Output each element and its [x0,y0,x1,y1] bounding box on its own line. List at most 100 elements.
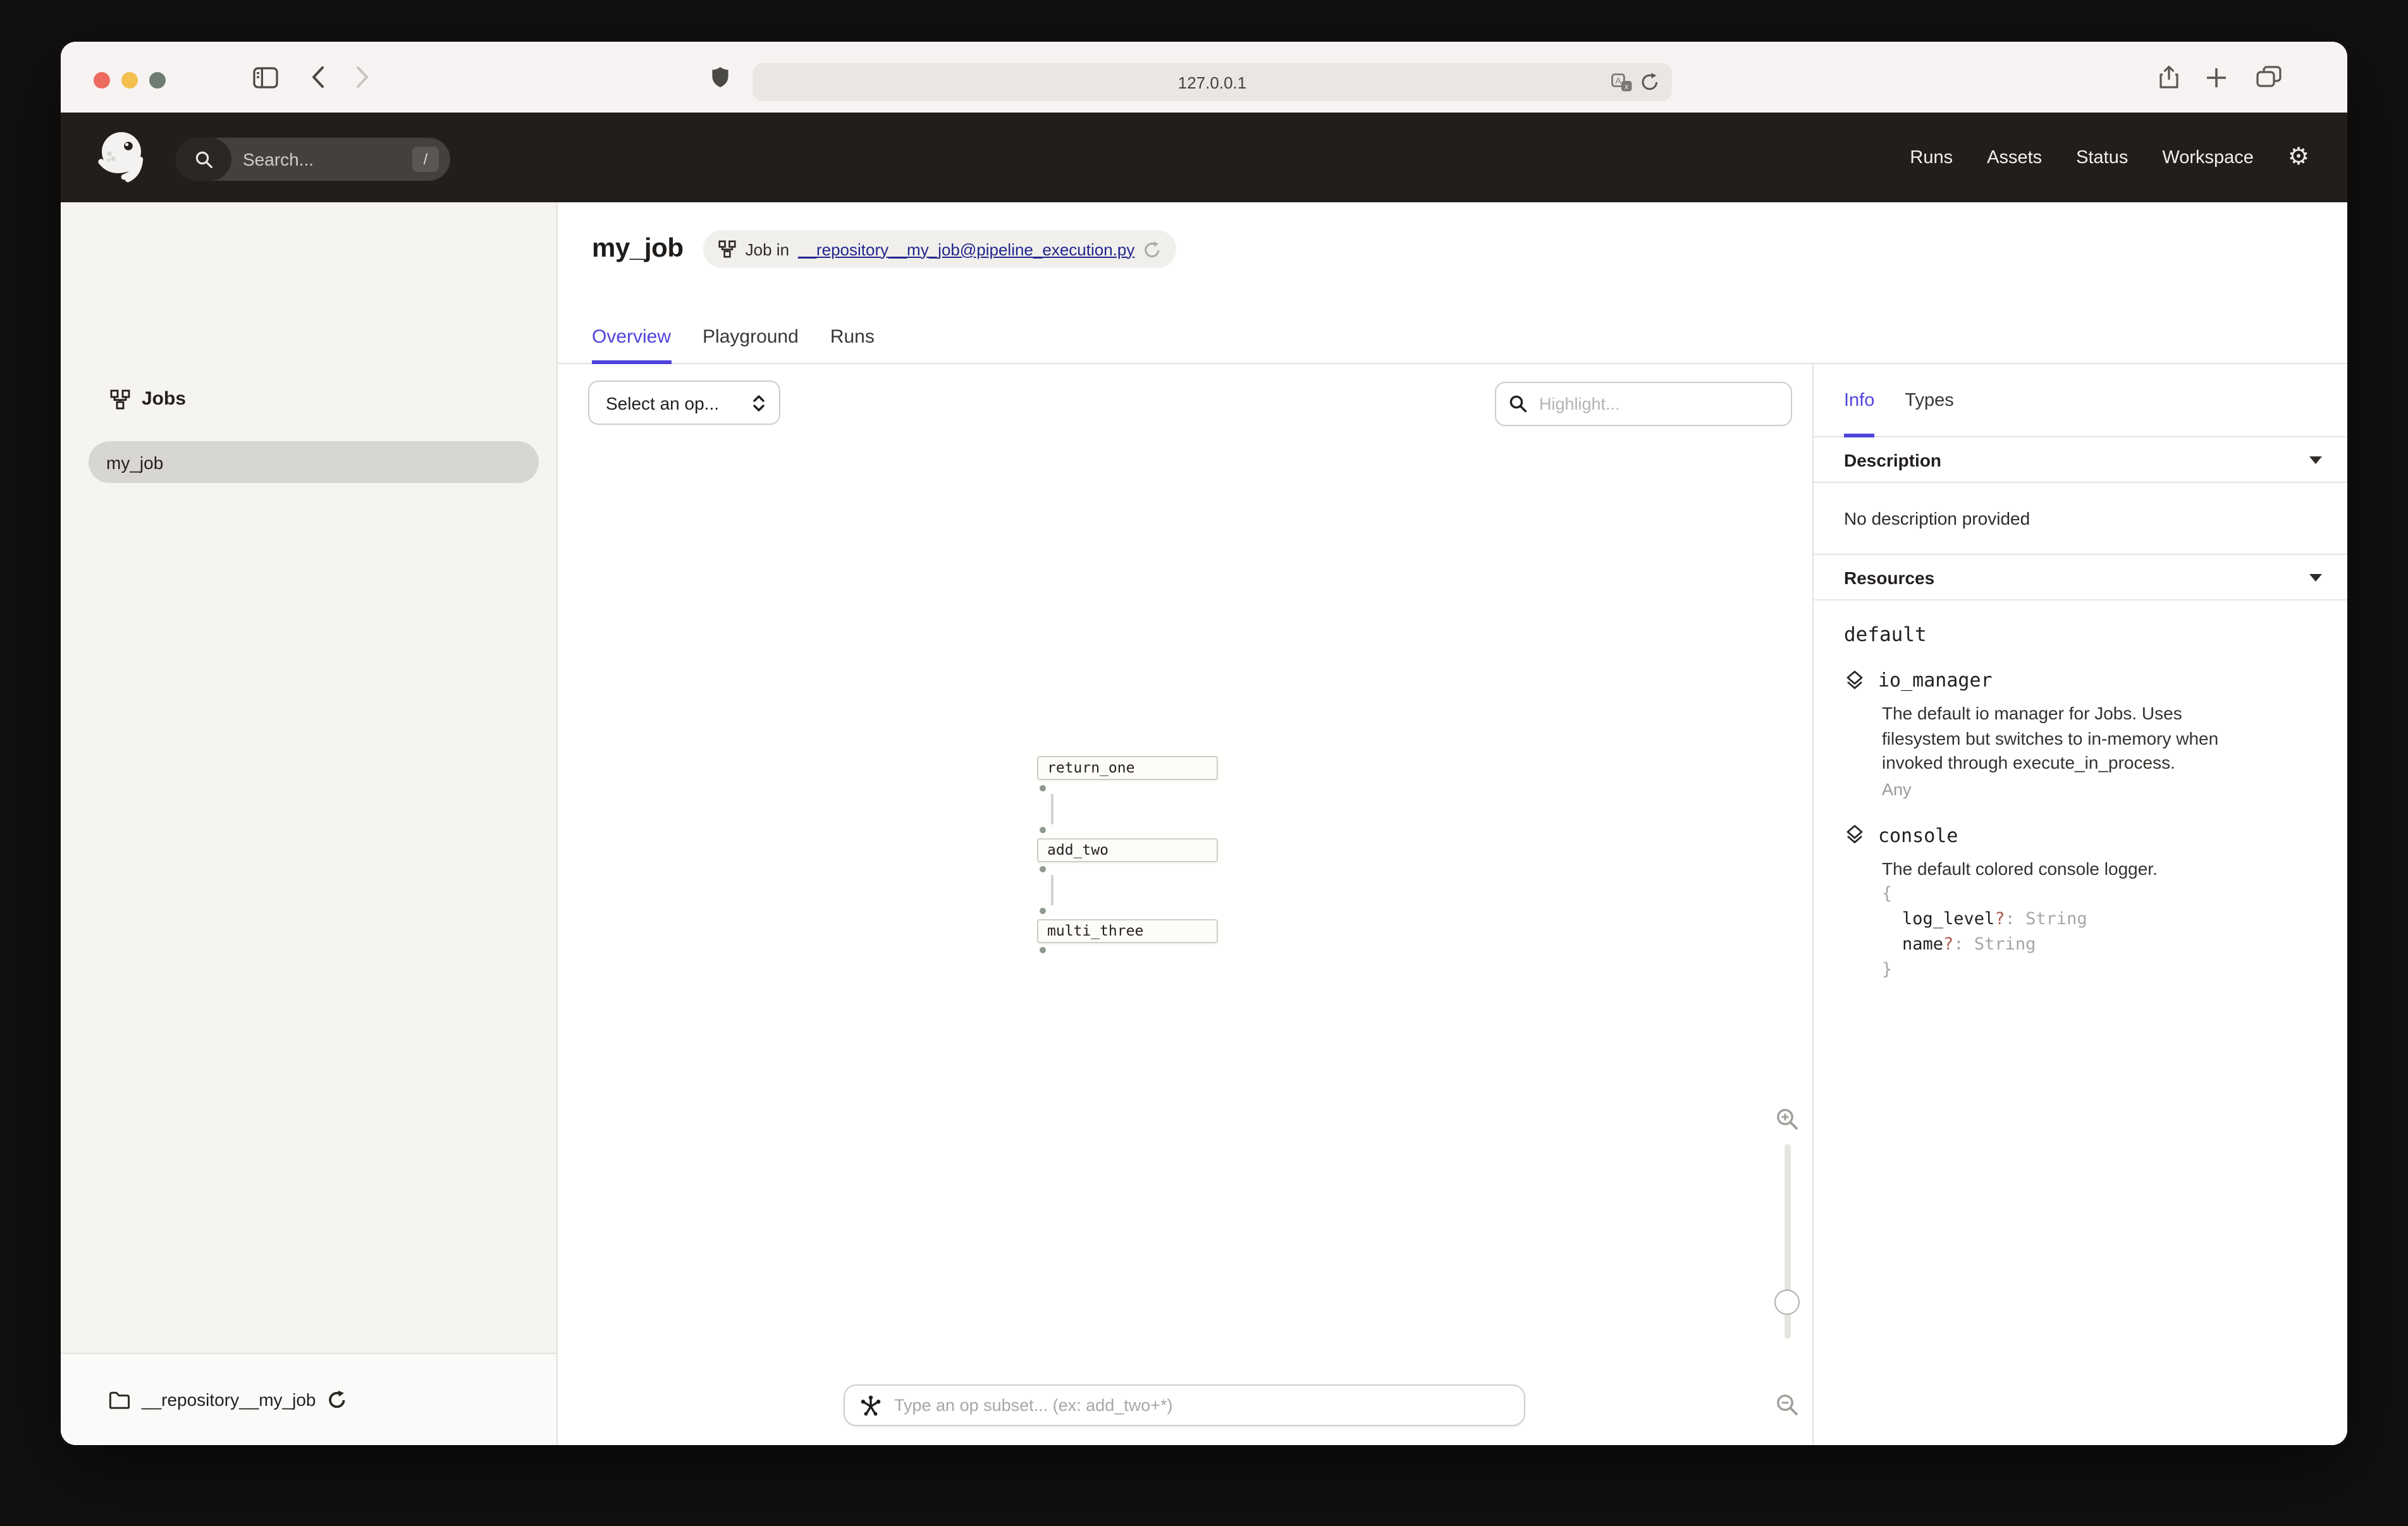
svg-text:x: x [1625,81,1629,90]
tab-overview-icon[interactable] [2256,42,2282,113]
config-schema: { log_level?: String name?: String } [1882,881,2317,982]
graph-edge [1051,794,1053,824]
nav-workspace[interactable]: Workspace [2162,147,2254,168]
schema-brace: { [1882,884,1892,904]
resource-description: The default colored console logger. [1882,857,2261,881]
global-search[interactable]: / [176,138,450,181]
content-area: Jobs my_job __repository__my_job [61,202,2347,1445]
graph-node-return-one[interactable]: return_one [1037,756,1218,780]
zoom-out-icon[interactable] [1776,1393,1800,1417]
op-selector-syntax-icon [860,1395,882,1416]
search-shortcut-key: / [412,147,439,172]
share-icon[interactable] [2158,42,2180,113]
graph-pane: Select an op... return_one [558,364,1812,1445]
op-selector-label: Select an op... [606,393,719,413]
job-graph-icon [110,389,130,409]
main-area: my_job Job in __repository__my_job@pipel… [558,202,2347,1445]
folder-icon [109,1390,130,1409]
url-bar[interactable]: 127.0.0.1 Ax [752,63,1672,101]
top-nav: Runs Assets Status Workspace ⚙ [1910,113,2309,202]
sidebar-item-my-job[interactable]: my_job [89,441,539,483]
browser-toolbar: 127.0.0.1 Ax [61,42,2347,113]
collapse-caret-icon [2309,573,2322,581]
resources-content: default io_manager The default io manage… [1814,601,2347,982]
resource-name: console [1878,824,1958,846]
pipeline-file-link[interactable]: __repository__my_job@pipeline_execution.… [798,240,1134,259]
translate-icon[interactable]: Ax [1611,73,1633,92]
zoom-slider-handle[interactable] [1774,1290,1800,1315]
sidebar-header: Jobs [110,388,186,410]
zoom-controls [1762,364,1812,1445]
collapse-caret-icon [2309,456,2322,463]
panel-tab-types[interactable]: Types [1905,364,1953,436]
op-selector-dropdown[interactable]: Select an op... [588,381,780,425]
repository-link[interactable]: __repository__my_job [142,1389,316,1410]
resources-section-header[interactable]: Resources [1814,555,2347,601]
schema-brace: } [1882,960,1892,980]
section-title: Resources [1844,567,1934,587]
nav-assets[interactable]: Assets [1987,147,2042,168]
graph-edge [1051,875,1053,905]
output-port-dot[interactable] [1040,785,1046,791]
job-origin-badge: Job in __repository__my_job@pipeline_exe… [704,230,1177,268]
browser-window: 127.0.0.1 Ax [61,42,2347,1445]
highlight-input[interactable] [1537,393,1769,415]
reload-icon[interactable] [1640,72,1659,92]
new-tab-icon[interactable] [2206,42,2227,113]
description-empty-text: No description provided [1814,483,2347,555]
search-icon [1509,394,1528,413]
job-tabs: Overview Playground Runs [592,310,875,363]
input-port-dot[interactable] [1040,827,1046,833]
badge-reload-icon[interactable] [1143,240,1161,259]
schema-field: name?: String [1882,932,2317,957]
resource-name: io_manager [1878,669,1993,692]
url-text: 127.0.0.1 [1178,73,1246,92]
badge-prefix: Job in [746,240,789,259]
panel-tabs: Info Types [1814,364,2347,437]
input-port-dot[interactable] [1040,908,1046,914]
tab-playground[interactable]: Playground [703,310,799,363]
resource-type: Any [1882,779,2317,798]
page-title: my_job [592,234,684,264]
settings-gear-icon[interactable]: ⚙ [2288,145,2309,169]
output-port-dot[interactable] [1040,947,1046,953]
graph-node-add-two[interactable]: add_two [1037,838,1218,862]
app-header: / Runs Assets Status Workspace ⚙ [61,113,2347,202]
tab-overview[interactable]: Overview [592,310,671,363]
resource-icon [1844,669,1865,691]
info-panel: Info Types Description No description pr… [1812,364,2347,1445]
description-section-header[interactable]: Description [1814,437,2347,483]
minimize-window-button[interactable] [121,72,138,89]
resource-io-manager: io_manager [1844,669,2317,692]
forward-button-icon[interactable] [355,42,369,113]
nav-status[interactable]: Status [2076,147,2128,168]
panel-tab-info[interactable]: Info [1844,364,1874,436]
sidebar-title: Jobs [142,388,186,410]
sidebar-toggle-icon[interactable] [253,42,278,113]
zoom-in-icon[interactable] [1776,1108,1800,1132]
svg-text:A: A [1615,75,1621,85]
sidebar-footer: __repository__my_job [61,1353,556,1445]
schema-field: log_level?: String [1882,906,2317,932]
resource-icon [1844,824,1865,846]
search-icon [176,138,231,181]
highlight-search[interactable] [1495,382,1792,426]
graph-node-multi-three[interactable]: multi_three [1037,919,1218,943]
resource-group-name: default [1844,623,2317,646]
section-title: Description [1844,449,1941,470]
resource-console: console [1844,824,2317,846]
shield-icon[interactable] [711,42,730,113]
nav-runs[interactable]: Runs [1910,147,1953,168]
dagster-logo[interactable] [95,129,150,185]
output-port-dot[interactable] [1040,866,1046,872]
reload-repository-icon[interactable] [328,1389,347,1410]
chevron-up-down-icon [751,393,766,413]
back-button-icon[interactable] [311,42,325,113]
zoom-window-button[interactable] [149,72,166,89]
search-input[interactable] [231,148,384,171]
op-subset-input[interactable] [892,1395,1491,1416]
job-icon [719,240,737,258]
close-window-button[interactable] [94,72,110,89]
tab-runs[interactable]: Runs [830,310,875,363]
jobs-sidebar: Jobs my_job __repository__my_job [61,202,558,1445]
